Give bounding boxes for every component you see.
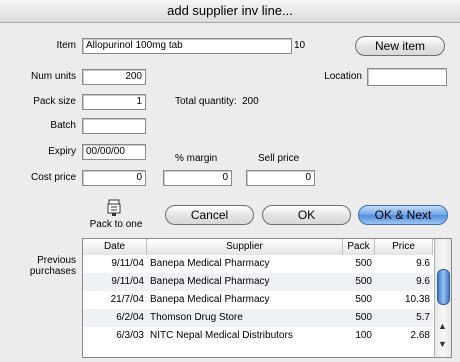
table-row[interactable]: 6/3/03 NITC Nepal Medical Distributors 1…	[83, 327, 433, 345]
table-row[interactable]: 9/11/04 Banepa Medical Pharmacy 500 9.6	[83, 273, 433, 291]
margin-field[interactable]: 0	[163, 170, 232, 186]
batch-field[interactable]	[82, 118, 146, 134]
ok-next-button[interactable]: OK & Next	[358, 205, 448, 225]
cell-price: 2.68	[410, 330, 430, 341]
pack-size-label: Pack size	[33, 96, 76, 107]
cancel-button[interactable]: Cancel	[165, 205, 254, 225]
cell-pack: 500	[355, 276, 372, 287]
sell-price-label: Sell price	[258, 153, 300, 164]
column-header-supplier[interactable]: Supplier	[147, 239, 343, 255]
cell-pack: 500	[355, 258, 372, 269]
window-title: add supplier inv line...	[0, 0, 460, 23]
cell-pack: 500	[355, 312, 372, 323]
table-row[interactable]: 21/7/04 Banepa Medical Pharmacy 500 10.3…	[83, 291, 433, 309]
column-header-price[interactable]: Price	[375, 239, 433, 255]
cell-price: 10.38	[404, 294, 430, 305]
num-units-label: Num units	[30, 71, 76, 82]
expiry-field[interactable]: 00/00/00	[82, 144, 146, 160]
table-scrollbar[interactable]: ▲ ▼	[434, 239, 451, 357]
cell-supplier: Thomson Drug Store	[150, 312, 243, 323]
num-units-field[interactable]: 200	[82, 69, 146, 85]
cell-date: 9/11/04	[111, 258, 144, 269]
new-item-button[interactable]: New item	[355, 36, 445, 56]
margin-label: % margin	[175, 153, 218, 164]
cell-date: 6/3/03	[116, 330, 144, 341]
cost-price-label: Cost price	[30, 172, 76, 183]
scroll-up-arrow-icon[interactable]: ▲	[438, 321, 447, 331]
sell-price-field[interactable]: 0	[246, 170, 315, 186]
cell-price: 9.6	[416, 258, 430, 269]
scroll-down-arrow-icon[interactable]: ▼	[438, 339, 447, 349]
pack-size-field[interactable]: 1	[82, 94, 146, 110]
pack-to-one-button[interactable]: Pack to one	[84, 219, 148, 230]
cell-date: 6/2/04	[116, 312, 144, 323]
ok-button[interactable]: OK	[262, 205, 351, 225]
total-quantity-value: 200	[242, 96, 259, 107]
cell-pack: 100	[355, 330, 372, 341]
item-code: 10	[294, 40, 306, 51]
cell-supplier: Banepa Medical Pharmacy	[150, 294, 270, 305]
previous-purchases-label-line2: purchases	[29, 266, 76, 277]
table-row[interactable]: 9/11/04 Banepa Medical Pharmacy 500 9.6	[83, 255, 433, 273]
location-field[interactable]	[367, 68, 447, 86]
scrollbar-thumb[interactable]	[437, 269, 450, 305]
cost-price-field[interactable]: 0	[82, 170, 146, 186]
item-field[interactable]: Allopurinol 100mg tab	[82, 38, 292, 54]
previous-purchases-label-line1: Previous	[37, 255, 76, 266]
cell-date: 21/7/04	[110, 294, 144, 305]
cell-price: 9.6	[416, 276, 430, 287]
batch-label: Batch	[50, 120, 76, 131]
location-label: Location	[324, 71, 362, 82]
cell-supplier: Banepa Medical Pharmacy	[150, 258, 270, 269]
table-header: Date Supplier Pack Price	[83, 239, 433, 256]
cell-pack: 500	[355, 294, 372, 305]
cell-price: 5.7	[416, 312, 430, 323]
cell-supplier: Banepa Medical Pharmacy	[150, 276, 270, 287]
previous-purchases-table[interactable]: Date Supplier Pack Price 9/11/04 Banepa …	[82, 238, 452, 358]
table-row[interactable]: 6/2/04 Thomson Drug Store 500 5.7	[83, 309, 433, 327]
cell-date: 9/11/04	[111, 276, 144, 287]
column-header-date[interactable]: Date	[83, 239, 147, 255]
expiry-label: Expiry	[48, 146, 76, 157]
item-label: Item	[56, 40, 76, 51]
column-header-pack[interactable]: Pack	[343, 239, 375, 255]
cell-supplier: NITC Nepal Medical Distributors	[150, 330, 293, 341]
pack-to-one-icon[interactable]	[106, 199, 122, 217]
total-quantity-label: Total quantity:	[175, 96, 237, 107]
